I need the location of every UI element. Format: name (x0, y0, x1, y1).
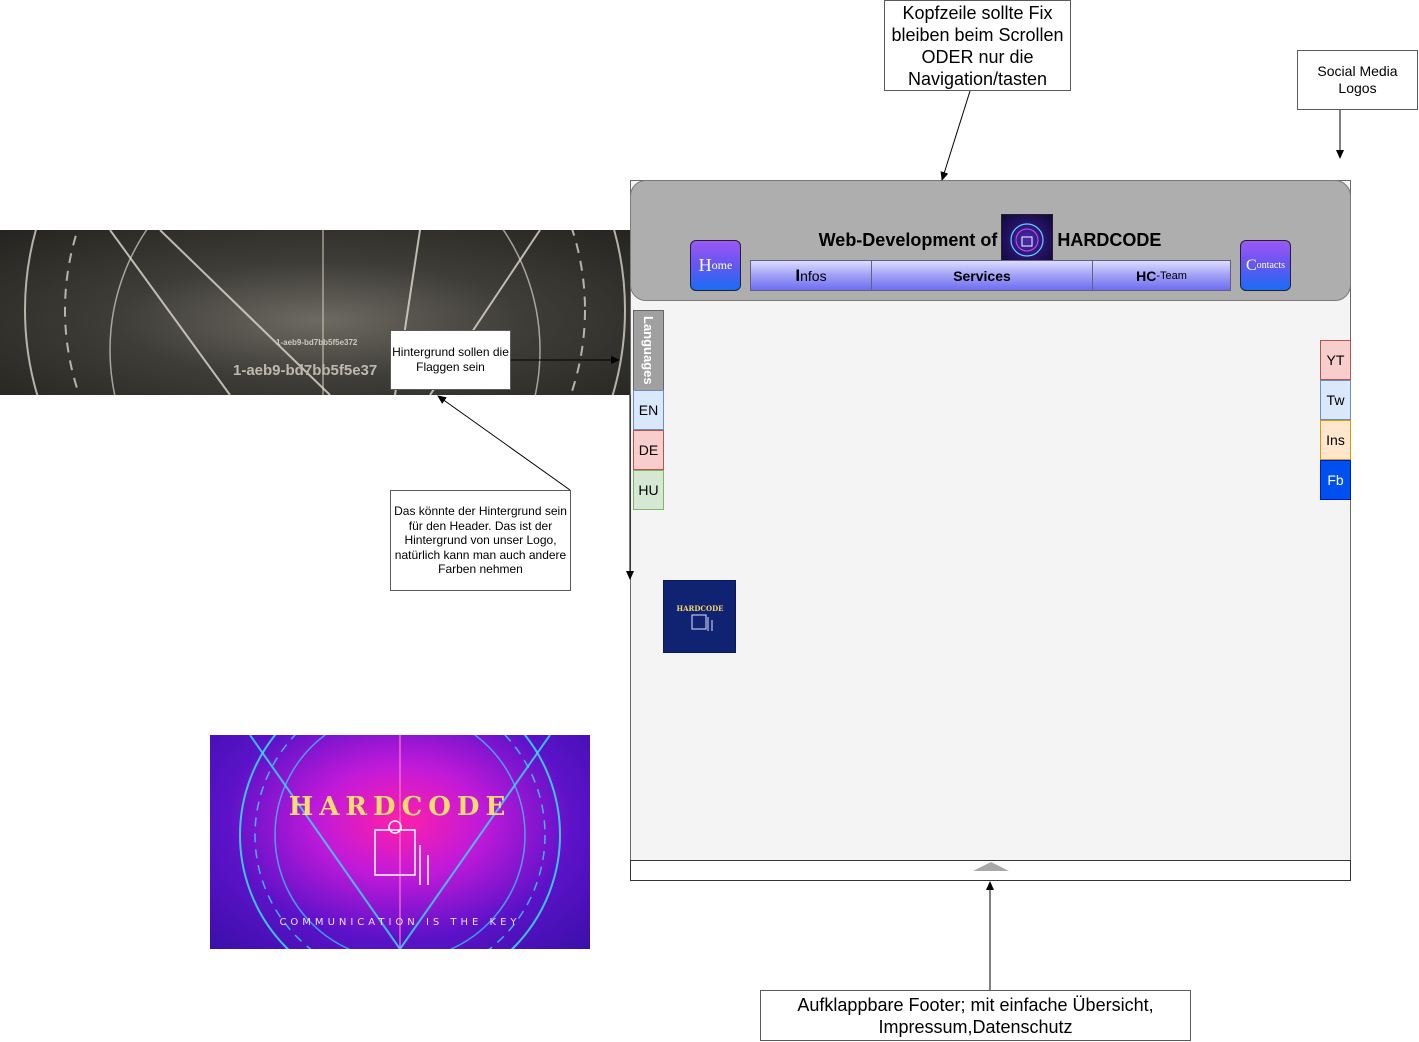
connector-arrows (437, 90, 1344, 990)
